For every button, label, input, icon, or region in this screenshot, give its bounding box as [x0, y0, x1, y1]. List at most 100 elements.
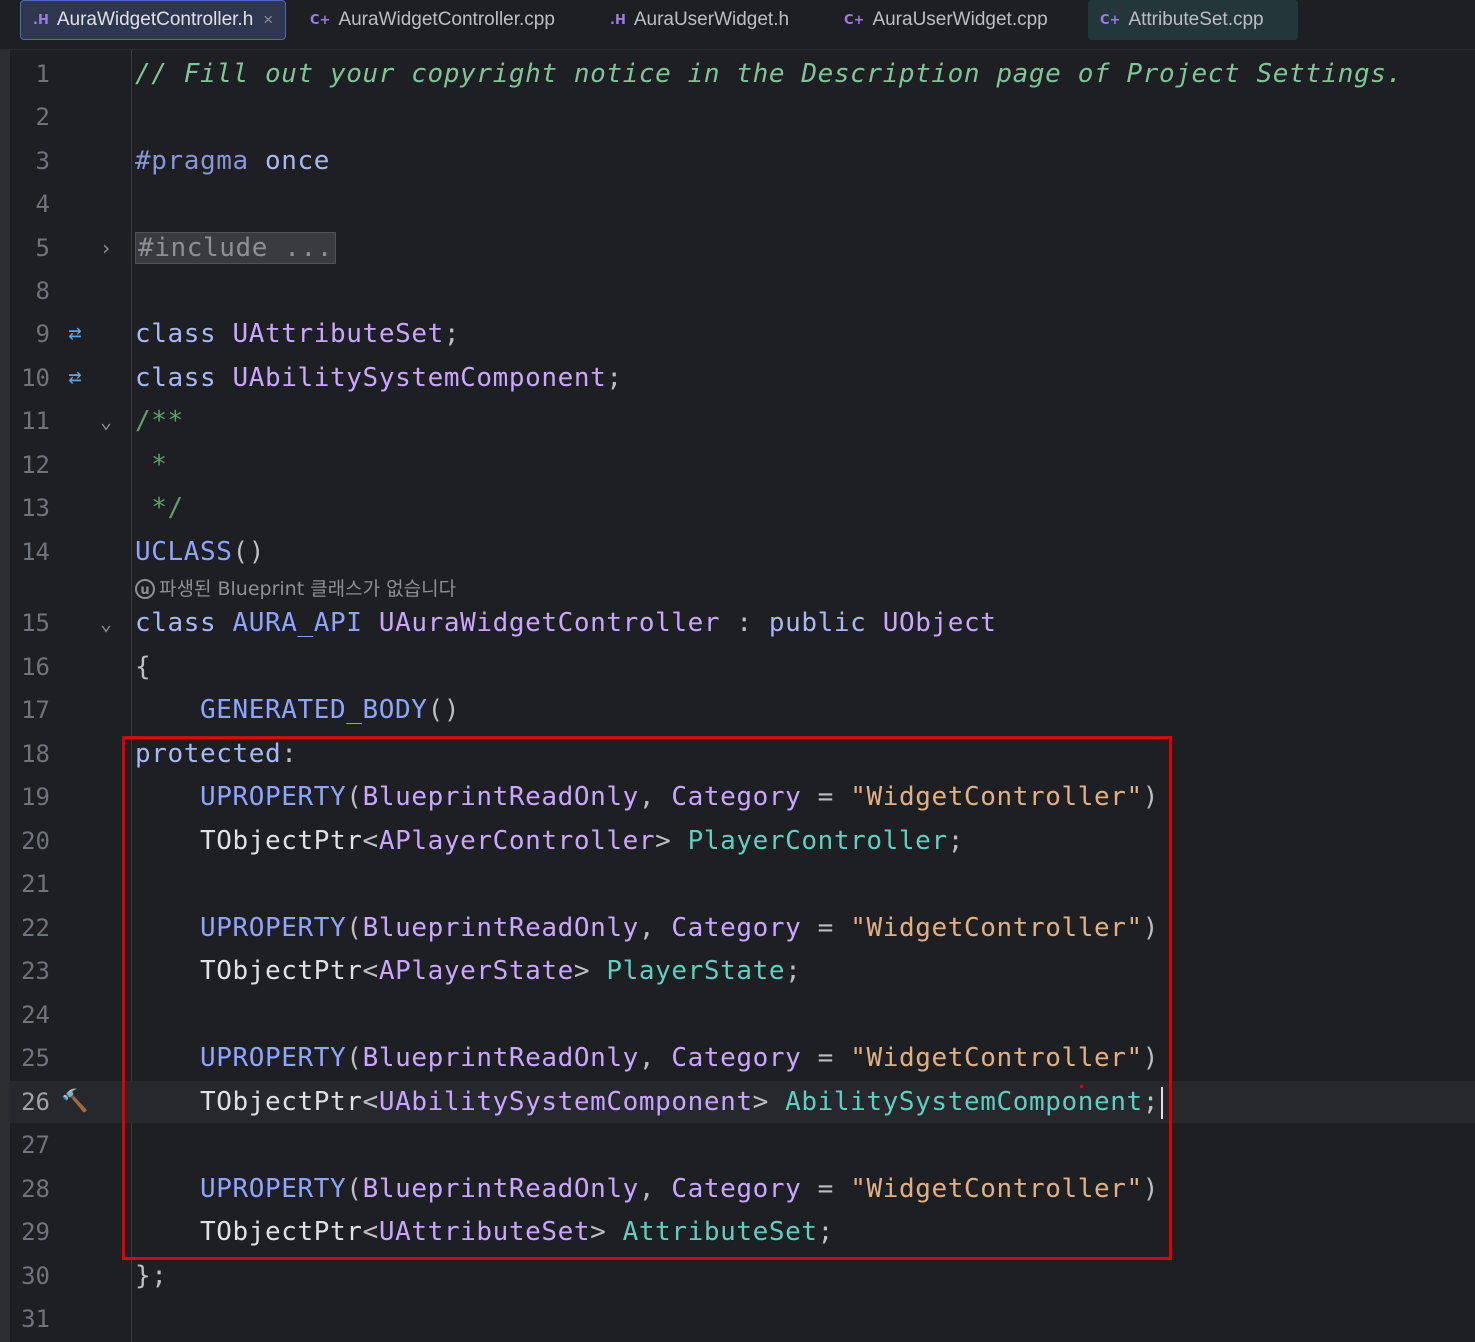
- line-number: 8: [35, 277, 50, 305]
- tab-label: AuraWidgetController.cpp: [338, 9, 555, 30]
- punctuation: >: [573, 956, 607, 986]
- code-text: UPROPERTY(BlueprintReadOnly, Category = …: [135, 776, 1159, 818]
- line-number: 17: [21, 696, 50, 724]
- punctuation: =: [801, 1174, 851, 1204]
- code-line: 11 ⌄ /**: [10, 400, 1475, 442]
- code-line: 16 {: [10, 646, 1475, 688]
- line-number: 15: [21, 609, 50, 637]
- macro: GENERATED_BODY: [135, 695, 428, 725]
- hammer-icon[interactable]: 🔨: [60, 1088, 90, 1116]
- line-number: 1: [35, 60, 50, 88]
- field-name: PlayerState: [606, 956, 786, 986]
- code-line: 1 // Fill out your copyright notice in t…: [10, 53, 1475, 95]
- punctuation: ,: [638, 1174, 672, 1204]
- punctuation: {: [135, 652, 152, 682]
- line-number: 12: [21, 451, 50, 479]
- punctuation: =: [801, 1043, 851, 1073]
- code-text: };: [135, 1255, 168, 1297]
- tab-aurawidgetcontroller-h[interactable]: .H AuraWidgetController.h ×: [20, 0, 286, 40]
- code-line: 22 UPROPERTY(BlueprintReadOnly, Category…: [10, 907, 1475, 949]
- code-text: UCLASS(): [135, 531, 265, 573]
- code-text: TObjectPtr<UAttributeSet> AttributeSet;: [135, 1211, 834, 1253]
- line-number: 31: [21, 1305, 50, 1333]
- punctuation: >: [590, 1217, 623, 1247]
- punctuation: >: [752, 1087, 786, 1117]
- tab-aurauserwidget-h[interactable]: .H AuraUserWidget.h: [598, 0, 808, 40]
- tab-aurawidgetcontroller-cpp[interactable]: C+ AuraWidgetController.cpp: [298, 0, 568, 40]
- punctuation: :: [281, 739, 298, 769]
- class-name: UAbilitySystemComponent: [216, 363, 607, 393]
- line-number: 10: [21, 364, 50, 392]
- string-literal: "WidgetController": [850, 1043, 1143, 1073]
- tab-attributeset-cpp[interactable]: C+ AttributeSet.cpp: [1088, 0, 1298, 40]
- code-text: GENERATED_BODY(): [135, 689, 460, 731]
- navigate-related-icon[interactable]: ⇄: [60, 364, 90, 392]
- punctuation: <: [362, 956, 379, 986]
- blueprint-inlay-hint[interactable]: u 파생된 Blueprint 클래스가 없습니다: [135, 575, 456, 603]
- hint-text: 파생된 Blueprint 클래스가 없습니다: [159, 578, 457, 600]
- line-number: 30: [21, 1262, 50, 1290]
- code-text: TObjectPtr<APlayerController> PlayerCont…: [135, 820, 964, 862]
- navigate-related-icon[interactable]: ⇄: [60, 320, 90, 348]
- punctuation: <: [362, 826, 379, 856]
- cpp-file-icon: C+: [1100, 12, 1121, 28]
- chevron-right-icon[interactable]: ›: [94, 227, 118, 269]
- punctuation: (: [346, 1174, 363, 1204]
- folded-includes[interactable]: #include ...: [135, 232, 337, 264]
- punctuation: (): [427, 695, 461, 725]
- string-literal: "WidgetController": [850, 1174, 1143, 1204]
- specifier: Category: [671, 782, 802, 812]
- string-literal: "WidgetController": [850, 782, 1143, 812]
- line-number: 4: [35, 190, 50, 218]
- punctuation: >: [655, 826, 688, 856]
- punctuation: (: [346, 913, 363, 943]
- macro: UCLASS: [135, 537, 233, 567]
- punctuation: ;: [443, 319, 461, 349]
- unreal-logo-icon: u: [135, 579, 155, 599]
- code-line: 31: [10, 1298, 1475, 1340]
- code-line: 4: [10, 183, 1475, 225]
- code-line: 15 ⌄ class AURA_API UAuraWidgetControlle…: [10, 602, 1475, 644]
- punctuation: =: [801, 913, 851, 943]
- doc-comment: *: [135, 450, 168, 480]
- code-line: 28 UPROPERTY(BlueprintReadOnly, Category…: [10, 1168, 1475, 1210]
- line-number: 19: [21, 783, 50, 811]
- punctuation: ,: [638, 782, 672, 812]
- code-text: UPROPERTY(BlueprintReadOnly, Category = …: [135, 1168, 1159, 1210]
- code-text: UPROPERTY(BlueprintReadOnly, Category = …: [135, 1037, 1159, 1079]
- chevron-down-icon[interactable]: ⌄: [94, 602, 118, 644]
- code-line: 29 TObjectPtr<UAttributeSet> AttributeSe…: [10, 1211, 1475, 1253]
- code-text: UPROPERTY(BlueprintReadOnly, Category = …: [135, 907, 1159, 949]
- code-line: 25 UPROPERTY(BlueprintReadOnly, Category…: [10, 1037, 1475, 1079]
- tab-label: AttributeSet.cpp: [1128, 9, 1264, 30]
- class-name: UAttributeSet: [216, 319, 444, 349]
- code-text: #include ...: [135, 227, 337, 269]
- punctuation: ;: [606, 363, 623, 393]
- text-cursor: [1161, 1086, 1163, 1119]
- chevron-down-icon[interactable]: ⌄: [94, 400, 118, 442]
- class-name: UAbilitySystemComponent: [378, 1087, 753, 1117]
- keyword: class: [135, 363, 217, 393]
- line-number: 23: [21, 957, 50, 985]
- string-literal: "WidgetController": [850, 913, 1143, 943]
- code-line: 9 ⇄ class UAttributeSet;: [10, 313, 1475, 355]
- tab-aurauserwidget-cpp[interactable]: C+ AuraUserWidget.cpp: [832, 0, 1062, 40]
- class-name: UAttributeSet: [378, 1217, 591, 1247]
- code-line: 12 *: [10, 444, 1475, 486]
- close-icon[interactable]: ×: [263, 10, 273, 30]
- class-name: APlayerController: [378, 826, 656, 856]
- macro: AURA_API: [216, 608, 363, 638]
- line-number: 29: [21, 1218, 50, 1246]
- line-number: 2: [35, 103, 50, 131]
- field-name: AttributeSet: [622, 1217, 818, 1247]
- macro: UPROPERTY: [135, 1174, 347, 1204]
- code-line: 13 */: [10, 487, 1475, 529]
- type-template: TObjectPtr: [135, 826, 363, 856]
- type-template: TObjectPtr: [135, 956, 363, 986]
- code-line: 23 TObjectPtr<APlayerState> PlayerState;: [10, 950, 1475, 992]
- header-file-icon: .H: [610, 12, 626, 28]
- line-number: 24: [21, 1001, 50, 1029]
- code-line: 2: [10, 96, 1475, 138]
- cpp-file-icon: C+: [844, 12, 865, 28]
- code-line: 20 TObjectPtr<APlayerController> PlayerC…: [10, 820, 1475, 862]
